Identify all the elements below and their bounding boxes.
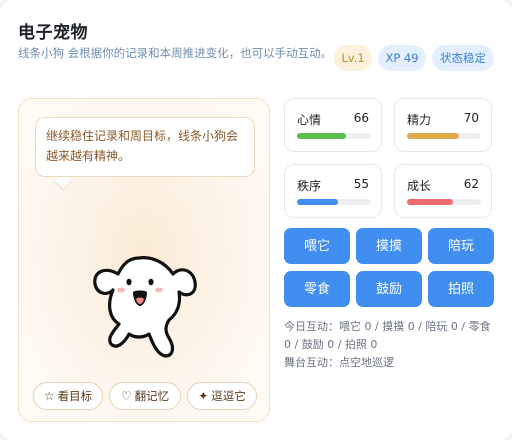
pet-panel: 电子宠物 线条小狗 会根据你的记录和本周推进变化，也可以手动互动。 Lv.1 X…: [0, 0, 512, 440]
feed-button[interactable]: 喂它: [284, 228, 350, 264]
play-button[interactable]: 陪玩: [428, 228, 494, 264]
tease-pet-button[interactable]: ✦ 逗逗它: [187, 382, 257, 410]
panel-title: 电子宠物: [18, 23, 88, 43]
stat-value: 70: [463, 111, 479, 125]
stat-fill: [297, 199, 338, 205]
stat-mood: 心情 66: [284, 98, 382, 152]
level-badge: Lv.1: [334, 45, 372, 71]
speech-bubble: 继续稳住记录和周目标，线条小狗会越来越有精神。: [35, 117, 255, 177]
line-puppy-icon[interactable]: [83, 234, 203, 364]
stat-track: [297, 199, 371, 205]
stat-growth: 成长 62: [394, 164, 492, 218]
stat-label: 心情: [297, 113, 322, 127]
tease-pet-label: 逗逗它: [211, 389, 246, 403]
browse-memories-label: 翻记忆: [134, 389, 170, 403]
stat-label: 精力: [407, 113, 432, 127]
browse-memories-button[interactable]: ♡ 翻记忆: [109, 382, 181, 410]
stat-fill: [297, 133, 346, 139]
heart-icon: ♡: [120, 389, 132, 403]
stat-value: 62: [463, 177, 479, 191]
stat-fill: [407, 199, 453, 205]
snack-button[interactable]: 零食: [284, 271, 350, 307]
stage-interaction-hint: 舞台互动：点空地巡逻: [284, 356, 394, 369]
photo-button[interactable]: 拍照: [428, 271, 494, 307]
stat-track: [407, 133, 481, 139]
stat-value: 66: [353, 111, 369, 125]
status-badge: 状态稳定: [432, 45, 494, 71]
star-icon: ☆: [43, 389, 55, 403]
xp-badge: XP 49: [378, 45, 426, 71]
panel-subtitle: 线条小狗 会根据你的记录和本周推进变化，也可以手动互动。: [18, 46, 333, 60]
view-goals-button[interactable]: ☆ 看目标: [33, 382, 103, 410]
today-interactions: 今日互动：喂它 0 / 摸摸 0 / 陪玩 0 / 零食 0 / 鼓励 0 / …: [284, 320, 491, 351]
stat-track: [297, 133, 371, 139]
encourage-button[interactable]: 鼓励: [356, 271, 422, 307]
stat-energy: 精力 70: [394, 98, 492, 152]
stat-track: [407, 199, 481, 205]
stat-value: 55: [353, 177, 369, 191]
view-goals-label: 看目标: [57, 389, 93, 403]
stat-label: 成长: [407, 179, 432, 193]
stat-order: 秩序 55: [284, 164, 382, 218]
stat-label: 秩序: [297, 179, 322, 193]
stat-fill: [407, 133, 459, 139]
pet-stage[interactable]: 继续稳住记录和周目标，线条小狗会越来越有精神。 ☆ 看目标 ♡ 翻记忆 ✦ 逗逗它: [18, 98, 270, 422]
sparkle-icon: ✦: [198, 389, 209, 403]
pet-button[interactable]: 摸摸: [356, 228, 422, 264]
